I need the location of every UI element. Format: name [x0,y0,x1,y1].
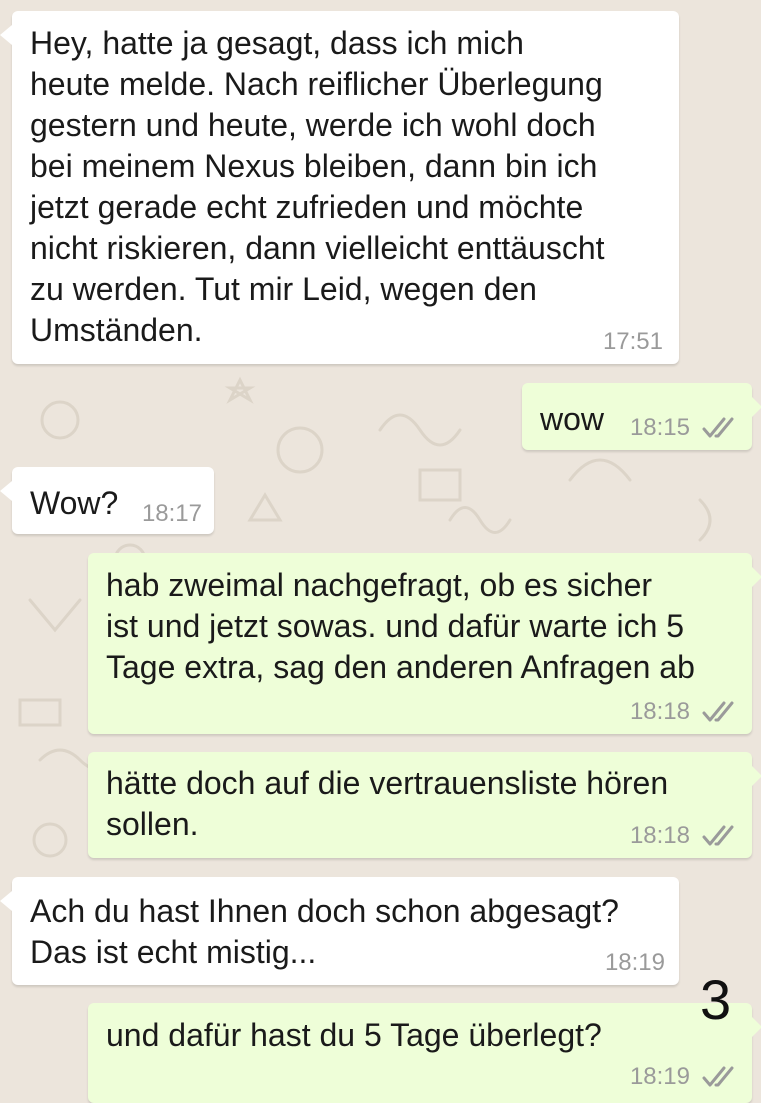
message-meta: 18:18 [630,698,738,726]
message-meta: 18:18 [630,822,738,850]
message-bubble-incoming[interactable]: Wow? 18:17 [0,467,214,534]
message-timestamp: 18:17 [141,500,202,527]
message-timestamp: 18:18 [629,822,690,849]
message-timestamp: 17:51 [602,328,663,355]
message-meta: 18:17 [142,500,202,528]
message-bubble-outgoing[interactable]: und dafür hast du 5 Tage überlegt? 18:19 [88,1003,761,1103]
message-text: und dafür hast du 5 Tage überlegt? [106,1017,602,1053]
message-bubble-outgoing[interactable]: hätte doch auf die vertrauensliste hören… [88,752,761,858]
message-bubble-outgoing[interactable]: hab zweimal nachgefragt, ob es sicher is… [88,553,761,734]
message-timestamp: 18:19 [629,1063,690,1090]
message-text: hätte doch auf die vertrauensliste hören… [106,765,669,842]
message-meta: 18:15 [630,414,738,442]
message-text: wow [540,401,605,437]
message-meta: 17:51 [603,328,663,356]
message-bubble-incoming[interactable]: Ach du hast Ihnen doch schon abgesagt? D… [0,877,679,985]
message-meta: 18:19 [630,1063,738,1091]
message-text: Hey, hatte ja gesagt, dass ich mich heut… [30,25,605,348]
message-text: hab zweimal nachgefragt, ob es sicher is… [106,567,695,685]
message-meta: 18:19 [605,949,665,977]
message-bubble-incoming[interactable]: Hey, hatte ja gesagt, dass ich mich heut… [0,11,679,364]
double-check-icon [702,417,734,438]
double-check-icon [702,1066,734,1087]
page-number-marker: 3 [700,968,732,1031]
double-check-icon [702,701,734,722]
message-timestamp: 18:18 [629,698,690,725]
message-text: Ach du hast Ihnen doch schon abgesagt? D… [30,893,619,970]
double-check-icon [702,825,734,846]
message-bubble-outgoing[interactable]: wow 18:15 [522,383,761,450]
message-timestamp: 18:19 [604,949,665,976]
message-text: Wow? [30,485,119,521]
message-timestamp: 18:15 [629,414,690,441]
